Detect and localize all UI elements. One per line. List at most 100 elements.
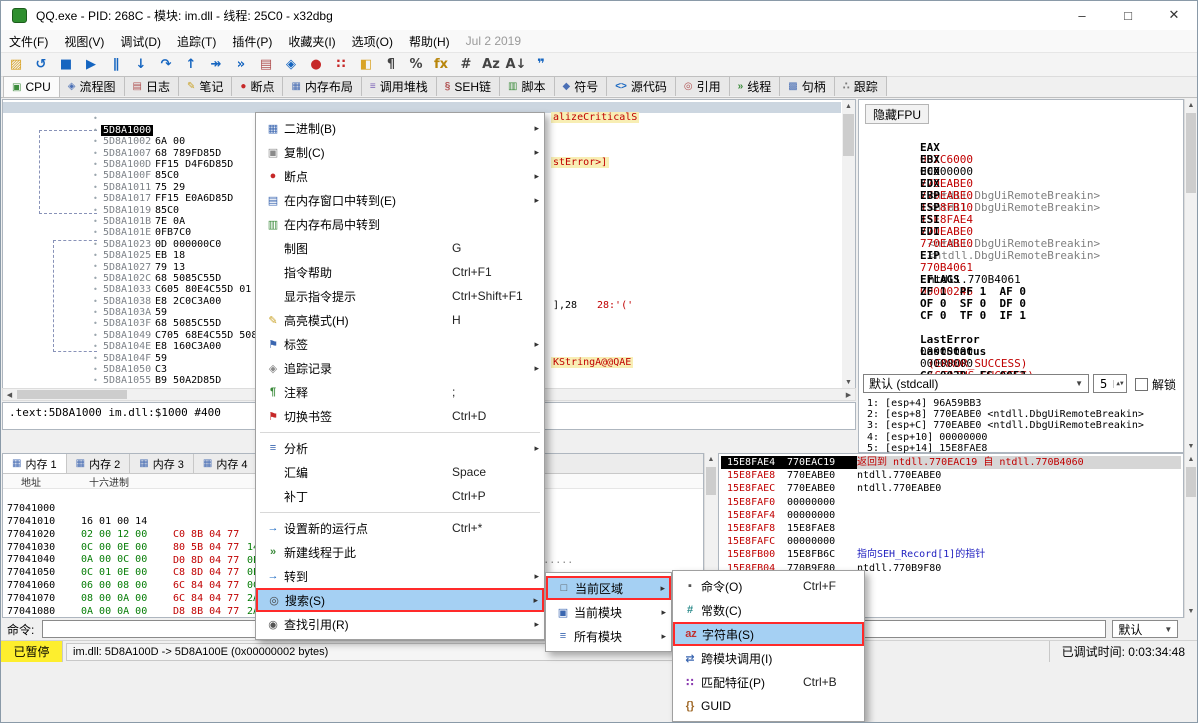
menubar-item[interactable]: 文件(F) (1, 30, 56, 52)
context-menu-item[interactable]: ⚑ 标签 ▸ (256, 332, 544, 356)
view-tab[interactable]: ◎ 引用 (675, 76, 730, 96)
submenu-item[interactable]: ▪ 命令(O) Ctrl+F (673, 574, 864, 598)
disasm-vscrollbar[interactable]: ▲ ▼ (842, 100, 855, 388)
context-menu-item[interactable]: ◉ 查找引用(R) ▸ (256, 612, 544, 636)
scroll-up-icon[interactable]: ▲ (1185, 99, 1197, 112)
menubar-item[interactable]: 收藏夹(I) (280, 30, 343, 52)
stepper-arrows-icon[interactable]: ▲▼ (1113, 380, 1126, 388)
patch-button[interactable]: ◧ (354, 54, 378, 76)
submenu-item[interactable]: ⇄ 跨模块调用(I) (673, 646, 864, 670)
menubar-item[interactable]: 追踪(T) (169, 30, 224, 52)
submenu-item[interactable]: az 字符串(S) (673, 622, 864, 646)
context-menu-item[interactable]: 指令帮助 Ctrl+F1 (256, 260, 544, 284)
context-menu-item[interactable]: → 转到 ▸ (256, 564, 544, 588)
maximize-button[interactable]: □ (1105, 0, 1151, 30)
context-menu-item[interactable] (256, 508, 544, 516)
scroll-right-icon[interactable]: ▶ (842, 389, 855, 400)
unlock-control[interactable]: 解锁 (1135, 376, 1176, 393)
dump-tab[interactable]: ▦ 内存 2 (67, 454, 131, 473)
menubar-item[interactable]: 选项(O) (344, 30, 401, 52)
stack-row[interactable]: 15E8FAF4 00000000 (721, 509, 1181, 522)
step-over-button[interactable]: ↷ (154, 54, 178, 76)
submenu-item[interactable]: ∷ 匹配特征(P) Ctrl+B (673, 670, 864, 694)
context-menu-item[interactable]: ◈ 追踪记录 ▸ (256, 356, 544, 380)
context-menu-item[interactable]: 补丁 Ctrl+P (256, 484, 544, 508)
context-menu-item[interactable]: ▦ 二进制(B) ▸ (256, 116, 544, 140)
call-argument-row[interactable]: 2: [esp+8] 770EABE0 <ntdll.DbgUiRemoteBr… (867, 409, 1181, 420)
view-tab[interactable]: » 线程 (729, 76, 781, 96)
run-to-return-button[interactable]: ↠ (204, 54, 228, 76)
view-tab[interactable]: § SEH链 (436, 76, 500, 96)
scroll-up-icon[interactable]: ▲ (705, 453, 717, 466)
context-menu-item[interactable]: → 设置新的运行点 Ctrl+* (256, 516, 544, 540)
call-argument-row[interactable]: 3: [esp+C] 770EABE0 <ntdll.DbgUiRemoteBr… (867, 420, 1181, 431)
context-menu-item[interactable]: ▤ 在内存窗口中转到(E) ▸ (256, 188, 544, 212)
stack-row[interactable]: 15E8FAEC 770EABE0 ntdll.770EABE0 (721, 482, 1181, 495)
hide-fpu-button[interactable]: 隐藏FPU (865, 104, 929, 124)
view-tab[interactable]: ✎ 笔记 (178, 76, 232, 96)
scroll-thumb[interactable] (17, 390, 127, 399)
submenu-item[interactable]: {} GUID (673, 694, 864, 718)
stack-row[interactable]: 15E8FAFC 00000000 (721, 535, 1181, 548)
menubar-item[interactable]: 视图(V) (56, 30, 112, 52)
pause-button[interactable]: ∥ (104, 54, 128, 76)
menubar-item[interactable]: 帮助(H) (401, 30, 458, 52)
view-tab[interactable]: ● 断点 (231, 76, 283, 96)
scroll-thumb[interactable] (1186, 113, 1196, 193)
context-menu-item[interactable]: » 新建线程于此 (256, 540, 544, 564)
scroll-thumb[interactable] (843, 114, 854, 156)
step-into-button[interactable]: ↓ (129, 54, 153, 76)
calling-convention-select[interactable]: 默认 (stdcall) ▼ (863, 374, 1089, 393)
minimize-button[interactable]: – (1059, 0, 1105, 30)
menubar-item[interactable]: 插件(P) (224, 30, 280, 52)
registers-vscrollbar[interactable]: ▲ ▼ (1184, 99, 1197, 453)
command-profile-select[interactable]: 默认 ▼ (1112, 620, 1178, 638)
unlock-checkbox[interactable] (1135, 378, 1148, 391)
view-tab[interactable]: ◈ 流程图 (59, 76, 125, 96)
context-menu-item[interactable]: 显示指令提示 Ctrl+Shift+F1 (256, 284, 544, 308)
scroll-down-icon[interactable]: ▼ (1185, 605, 1197, 618)
assembler-fx-button[interactable]: fx (429, 54, 453, 76)
view-tab[interactable]: ▦ 内存布局 (282, 76, 361, 96)
context-menu-item[interactable]: ¶ 注释 ; (256, 380, 544, 404)
dump-tab[interactable]: ▦ 内存 1 (3, 454, 67, 473)
scroll-thumb[interactable] (706, 467, 716, 495)
scroll-down-icon[interactable]: ▼ (1185, 440, 1197, 453)
graph-button[interactable]: ◈ (279, 54, 303, 76)
argument-depth-stepper[interactable]: 5 ▲▼ (1093, 374, 1127, 393)
sort-button[interactable]: A↓ (504, 54, 528, 76)
step-out-button[interactable]: ↑ (179, 54, 203, 76)
context-menu-item[interactable]: 制图 G (256, 236, 544, 260)
view-tab[interactable]: ▥ 脚本 (499, 76, 554, 96)
view-tab[interactable]: ▣ CPU (3, 76, 60, 97)
run-button[interactable]: ▶ (79, 54, 103, 76)
settings-button[interactable]: % (404, 54, 428, 76)
chat-button[interactable]: ❞ (529, 54, 553, 76)
view-tab[interactable]: ◆ 符号 (554, 76, 608, 96)
view-tab[interactable]: <> 源代码 (606, 76, 676, 96)
stack-vscrollbar[interactable]: ▲ ▼ (1184, 453, 1197, 618)
breakpoints-button[interactable]: ● (304, 54, 328, 76)
stack-row[interactable]: 15E8FB00 15E8FB6C 指向SEH_Record[1]的指针 (721, 548, 1181, 561)
view-tab[interactable]: ≡ 调用堆栈 (361, 76, 437, 96)
context-menu-item[interactable]: 汇编 Space (256, 460, 544, 484)
dump-tab[interactable]: ▦ 内存 4 (194, 454, 258, 473)
stack-row[interactable]: 15E8FAF8 15E8FAE8 (721, 522, 1181, 535)
scroll-left-icon[interactable]: ◀ (3, 389, 16, 400)
context-menu-item[interactable]: ▣ 复制(C) ▸ (256, 140, 544, 164)
menubar-item[interactable]: 调试(D) (112, 30, 169, 52)
scroll-up-icon[interactable]: ▲ (1185, 453, 1197, 466)
context-menu-item[interactable] (256, 428, 544, 436)
context-menu-item[interactable]: ⚑ 切换书签 Ctrl+D (256, 404, 544, 428)
context-menu-item[interactable]: ◎ 搜索(S) ▸ (256, 588, 544, 612)
stack-row[interactable]: 15E8FAF0 00000000 (721, 496, 1181, 509)
memory-map-button[interactable]: ∷ (329, 54, 353, 76)
restart-button[interactable]: ↺ (29, 54, 53, 76)
font-button[interactable]: Az (479, 54, 503, 76)
submenu-item[interactable]: ▣ 当前模块 ▸ (546, 600, 671, 624)
log-button[interactable]: ▤ (254, 54, 278, 76)
scroll-down-icon[interactable]: ▼ (842, 376, 855, 388)
submenu-item[interactable]: ≡ 所有模块 ▸ (546, 624, 671, 648)
view-tab[interactable]: ▩ 句柄 (779, 76, 834, 96)
context-menu-item[interactable]: ● 断点 ▸ (256, 164, 544, 188)
